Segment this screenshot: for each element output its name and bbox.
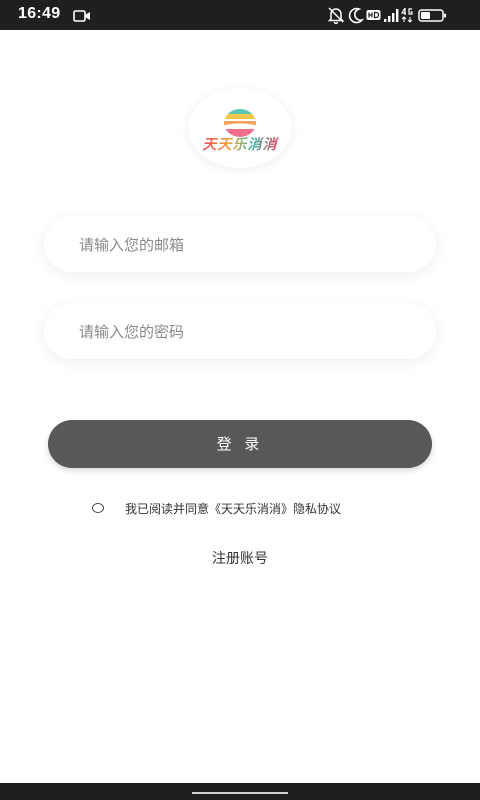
4g-icon [400, 6, 413, 28]
password-input[interactable] [77, 303, 421, 361]
battery-icon [418, 6, 448, 28]
password-field[interactable] [44, 303, 436, 361]
email-field[interactable] [44, 216, 436, 274]
svg-text:天天乐消消: 天天乐消消 [203, 136, 280, 153]
bell-off-icon [327, 6, 345, 28]
logo-text: 天天乐消消 [203, 136, 280, 153]
status-bar: 16:49 [0, 0, 480, 30]
status-time: 16:49 [18, 5, 61, 22]
hd-icon [366, 6, 381, 28]
email-input[interactable] [77, 216, 421, 274]
agreement-text[interactable]: 我已阅读并同意《天天乐消消》隐私协议 [125, 500, 341, 517]
moon-icon [348, 6, 365, 28]
login-button[interactable]: 登 录 [48, 420, 432, 468]
signal-icon [383, 6, 401, 28]
register-link[interactable]: 注册账号 [0, 548, 480, 568]
app-logo: 天天乐消消 [188, 88, 292, 168]
home-indicator[interactable] [192, 792, 288, 794]
video-camera-icon [73, 8, 91, 27]
navigation-bar [0, 783, 480, 800]
agreement-radio[interactable] [92, 503, 104, 513]
